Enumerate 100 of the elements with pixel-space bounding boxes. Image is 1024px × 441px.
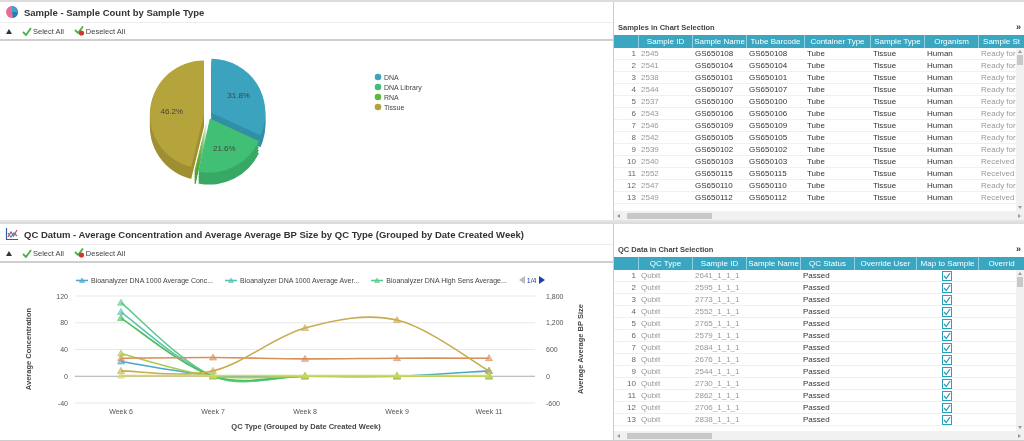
checkbox[interactable]	[942, 282, 952, 293]
table-cell-text: 2537	[640, 97, 660, 106]
table-cell-text: Tube	[806, 181, 826, 190]
legend-dot	[374, 73, 382, 81]
column-header[interactable]: Container Type	[804, 35, 870, 48]
table-cell-text: 2579_1_1_1	[694, 331, 741, 340]
checkbox[interactable]	[942, 306, 952, 317]
column-header[interactable]: QC Status	[800, 257, 854, 270]
horizontal-scrollbar[interactable]	[614, 211, 1024, 220]
row-number: 3	[630, 295, 637, 304]
table-cell-text: Ready for	[980, 85, 1016, 94]
checkbox[interactable]	[942, 342, 952, 353]
table-cell-text: Human	[926, 49, 954, 58]
table-cell-text: GS650105	[694, 133, 735, 142]
pie-chart-icon	[5, 5, 19, 19]
table-cell-text: GS650108	[694, 49, 735, 58]
table-cell-text: Human	[926, 97, 954, 106]
table-cell-text: GS650103	[748, 157, 789, 166]
table-cell-text: 2542	[640, 133, 660, 142]
table-cell-text: Tube	[806, 97, 826, 106]
table-cell-text: Passed	[802, 283, 831, 292]
column-header[interactable]: Override User	[854, 257, 916, 270]
vertical-scrollbar[interactable]	[1016, 270, 1024, 431]
checkbox[interactable]	[942, 378, 952, 389]
table-cell-text: 2549	[640, 193, 660, 202]
column-header[interactable]: Sample Type	[870, 35, 924, 48]
table-cell-text: Tissue	[872, 133, 898, 142]
table-cell-text: Passed	[802, 331, 831, 340]
table-cell-text: Ready for	[980, 121, 1016, 130]
table-cell-text: Tube	[806, 145, 826, 154]
table-cell-text: Passed	[802, 319, 831, 328]
collapse-icon[interactable]	[6, 250, 12, 256]
checkbox[interactable]	[942, 390, 952, 401]
table-cell-text: 2706_1_1_1	[694, 403, 741, 412]
vertical-scrollbar[interactable]	[1016, 48, 1024, 211]
table-cell-text: Qubit	[640, 355, 662, 364]
table-cell-text: Tissue	[872, 181, 898, 190]
next-page-button[interactable]	[538, 276, 545, 284]
table-cell-text: Tissue	[872, 49, 898, 58]
column-header[interactable]: Tube Barcode	[746, 35, 804, 48]
collapse-icon[interactable]	[6, 28, 12, 34]
table-cell-text: GS650104	[748, 61, 789, 70]
column-header[interactable]: Sample ID	[692, 257, 746, 270]
table-cell-text: 2676_1_1_1	[694, 355, 741, 364]
table-cell-text: Ready for	[980, 109, 1016, 118]
row-number: 11	[626, 169, 637, 178]
checkbox[interactable]	[942, 402, 952, 413]
table-cell-text: GS650100	[748, 97, 789, 106]
checkbox[interactable]	[942, 294, 952, 305]
legend-marker	[225, 276, 238, 284]
table-cell-text: Qubit	[640, 331, 662, 340]
table-cell-text: Tissue	[872, 169, 898, 178]
table-cell-text: Passed	[802, 355, 831, 364]
table-cell-text: GS650101	[694, 73, 735, 82]
column-header[interactable]: QC Type	[638, 257, 692, 270]
pie-slice[interactable]	[211, 58, 266, 136]
table-cell-text: 2552_1_1_1	[694, 307, 741, 316]
expand-button[interactable]: »	[1016, 245, 1021, 254]
checkbox[interactable]	[942, 270, 952, 281]
table-cell-text: 2541	[640, 61, 660, 70]
table-cell-text: GS650102	[748, 145, 789, 154]
table-cell-text: GS650110	[694, 181, 734, 190]
column-header[interactable]: Map to Sample	[916, 257, 978, 270]
column-header[interactable]: Sample ID	[638, 35, 692, 48]
column-header[interactable]: Sample Name	[692, 35, 746, 48]
row-number: 6	[630, 331, 637, 340]
table-cell-text: Qubit	[640, 283, 662, 292]
table-cell-text: 2862_1_1_1	[694, 391, 741, 400]
checkbox[interactable]	[942, 354, 952, 365]
table-cell-text: Tissue	[872, 61, 898, 70]
table-cell-text: GS650103	[694, 157, 735, 166]
table-cell-text: 2538	[640, 73, 660, 82]
checkbox[interactable]	[942, 414, 952, 425]
table-cell-text: Passed	[802, 343, 831, 352]
legend-dot	[374, 93, 382, 101]
table-cell-text: Qubit	[640, 295, 662, 304]
table-cell-text: 2539	[640, 145, 660, 154]
table-cell-text: GS650104	[694, 61, 735, 70]
table-cell-text: GS650107	[748, 85, 789, 94]
table-cell-text: Tissue	[872, 73, 898, 82]
pie-slice[interactable]	[149, 60, 204, 167]
table-cell-text: GS650102	[694, 145, 735, 154]
checkbox[interactable]	[942, 330, 952, 341]
table-cell-text: GS650105	[748, 133, 789, 142]
row-number: 2	[630, 61, 637, 70]
checkbox[interactable]	[942, 366, 952, 377]
table-cell-text: Tube	[806, 169, 826, 178]
column-header[interactable]: Organism	[924, 35, 978, 48]
table-cell-text: Passed	[802, 271, 831, 280]
horizontal-scrollbar[interactable]	[614, 431, 1024, 440]
checkbox[interactable]	[942, 318, 952, 329]
pie-slice[interactable]	[198, 118, 259, 173]
expand-button[interactable]: »	[1016, 23, 1021, 32]
table-cell-text: 2641_1_1_1	[694, 271, 741, 280]
table-cell-text: Qubit	[640, 271, 662, 280]
table-cell-text: GS650109	[748, 121, 789, 130]
column-header[interactable]: Sample Name	[746, 257, 800, 270]
previous-page-button[interactable]	[518, 276, 525, 284]
pie-slice[interactable]	[194, 118, 208, 172]
table-cell-text: Received	[980, 157, 1016, 166]
